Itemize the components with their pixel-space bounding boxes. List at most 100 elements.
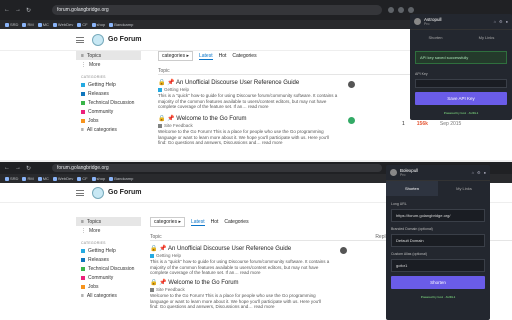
save-api-key-button[interactable]: Save API Key bbox=[415, 92, 507, 105]
tab-shorten[interactable]: Shorten bbox=[410, 30, 461, 45]
reload-icon[interactable]: ↻ bbox=[26, 165, 31, 172]
shorten-button[interactable]: Shorten bbox=[391, 276, 485, 289]
sidebar-item-getting-help[interactable]: Getting Help bbox=[76, 80, 141, 89]
gopher-logo[interactable] bbox=[92, 186, 104, 199]
tab-my-links[interactable]: My Links bbox=[461, 30, 512, 45]
long-url-field[interactable]: https://forum.golangbridge.org/ bbox=[391, 209, 485, 222]
bookmark[interactable]: CF bbox=[77, 176, 88, 181]
sidebar-item-more[interactable]: ⋮ More bbox=[76, 226, 141, 235]
bookmark[interactable]: MC bbox=[37, 176, 49, 181]
gear-icon[interactable]: ⚙ bbox=[499, 19, 503, 24]
categories-dropdown[interactable]: categories ▸ bbox=[158, 51, 193, 61]
sidebar-item-topics[interactable]: ≡ Topics bbox=[76, 51, 141, 60]
bookmark-icon bbox=[37, 176, 42, 181]
extension-popup: Astropull Pro ⌂ ⚙ ● Shorten My Links API… bbox=[410, 14, 512, 120]
sidebar-item-releases[interactable]: Releases bbox=[76, 255, 141, 264]
bookmark[interactable]: MC bbox=[37, 22, 49, 27]
site-title[interactable]: Go Forum bbox=[108, 189, 141, 196]
alias-field[interactable]: gofor1 bbox=[391, 259, 485, 272]
bookmark[interactable]: shop bbox=[91, 22, 105, 27]
tab-hot[interactable]: Hot bbox=[211, 219, 219, 225]
back-icon[interactable]: ← bbox=[4, 165, 10, 172]
extension-icon[interactable] bbox=[398, 7, 404, 13]
forward-icon[interactable]: → bbox=[15, 7, 21, 14]
user-icon[interactable]: ● bbox=[484, 170, 486, 175]
sidebar-item-all-categories[interactable]: ≡ All categories bbox=[76, 125, 141, 134]
alias-label: Custom Alias (optional) bbox=[391, 252, 427, 256]
address-bar[interactable]: forum.golangbridge.org bbox=[52, 164, 382, 172]
sidebar-item-topics[interactable]: ≡ Topics bbox=[76, 217, 141, 226]
more-icon: ⋮ bbox=[81, 61, 86, 68]
avatar[interactable] bbox=[348, 81, 355, 88]
screenshot-top: ← → ↻ forum.golangbridge.org SRD RM MC W… bbox=[0, 0, 512, 160]
menu-icon[interactable] bbox=[76, 36, 84, 43]
topic-excerpt: This is a "quick" how-to guide for using… bbox=[150, 259, 330, 275]
tab-categories[interactable]: Categories bbox=[232, 53, 256, 59]
topic-stats: 1 156k Sep 2015 bbox=[402, 121, 461, 127]
bookmark[interactable]: WebDev bbox=[52, 176, 73, 181]
bookmark[interactable]: Bandcamp bbox=[109, 176, 133, 181]
tab-hot[interactable]: Hot bbox=[219, 53, 227, 59]
categories-dropdown[interactable]: categories ▸ bbox=[150, 217, 185, 227]
tab-my-links[interactable]: My Links bbox=[438, 181, 490, 196]
tab-latest[interactable]: Latest bbox=[198, 53, 213, 60]
user-icon[interactable]: ● bbox=[506, 19, 508, 24]
bookmark-icon bbox=[5, 176, 9, 181]
sidebar-item-getting-help[interactable]: Getting Help bbox=[76, 246, 141, 255]
sidebar-item-jobs[interactable]: Jobs bbox=[76, 282, 141, 291]
sidebar-item-technical-discussion[interactable]: Technical Discussion bbox=[76, 264, 141, 273]
domain-label: Branded Domain (optional) bbox=[391, 227, 433, 231]
category-color-icon bbox=[158, 87, 162, 92]
bookmark[interactable]: SRD bbox=[5, 22, 18, 27]
extension-icon[interactable] bbox=[388, 7, 394, 13]
bookmark-icon bbox=[91, 176, 96, 181]
home-icon[interactable]: ⌂ bbox=[494, 19, 496, 24]
sidebar-item-community[interactable]: Community bbox=[76, 107, 141, 116]
bookmark-icon bbox=[91, 22, 96, 27]
forward-icon[interactable]: → bbox=[15, 165, 21, 172]
domain-select[interactable]: Default Domain bbox=[391, 234, 485, 247]
sidebar-item-all-categories[interactable]: ≡ All categories bbox=[76, 291, 141, 300]
popup-actions: ⌂ ⚙ ● bbox=[494, 19, 508, 24]
category-color-icon bbox=[150, 253, 154, 258]
plan-badge: Pro bbox=[424, 22, 430, 26]
gopher-logo[interactable] bbox=[92, 33, 104, 46]
tab-latest[interactable]: Latest bbox=[190, 219, 205, 226]
bookmark-icon bbox=[37, 22, 42, 27]
bookmark[interactable]: RM bbox=[22, 22, 34, 27]
gear-icon[interactable]: ⚙ bbox=[477, 170, 481, 175]
menu-icon[interactable] bbox=[76, 189, 84, 196]
bookmark[interactable]: SRD bbox=[5, 176, 18, 181]
site-title[interactable]: Go Forum bbox=[108, 36, 141, 43]
category-color-icon bbox=[81, 118, 85, 123]
sidebar-item-community[interactable]: Community bbox=[76, 273, 141, 282]
sidebar-item-releases[interactable]: Releases bbox=[76, 89, 141, 98]
bookmark[interactable]: CF bbox=[77, 22, 88, 27]
avatar[interactable] bbox=[348, 117, 355, 124]
activity-date[interactable]: Sep 2015 bbox=[440, 121, 461, 127]
address-bar[interactable]: forum.golangbridge.org bbox=[52, 5, 382, 15]
categories-heading: CATEGORIES bbox=[81, 74, 106, 79]
tab-shorten[interactable]: Shorten bbox=[386, 181, 438, 196]
home-icon[interactable]: ⌂ bbox=[472, 170, 474, 175]
sidebar-item-jobs[interactable]: Jobs bbox=[76, 116, 141, 125]
tab-categories[interactable]: Categories bbox=[224, 219, 248, 225]
avatar[interactable] bbox=[340, 247, 347, 254]
bookmark[interactable]: shop bbox=[91, 176, 105, 181]
extension-popup: Bolexpull Pro ⌂ ⚙ ● Shorten My Links Lon… bbox=[386, 165, 490, 320]
api-key-field[interactable] bbox=[415, 79, 507, 88]
sidebar-item-more[interactable]: ⋮ More bbox=[76, 60, 141, 69]
bookmark[interactable]: RM bbox=[22, 176, 34, 181]
sidebar-item-technical-discussion[interactable]: Technical Discussion bbox=[76, 98, 141, 107]
bookmark[interactable]: Bandcamp bbox=[109, 22, 133, 27]
category-color-icon bbox=[81, 82, 85, 87]
back-icon[interactable]: ← bbox=[4, 7, 10, 14]
api-key-label: API Key bbox=[415, 72, 428, 76]
topic-excerpt: Welcome to the Go Forum! This is a place… bbox=[158, 129, 329, 145]
extension-icon[interactable] bbox=[408, 7, 414, 13]
bookmark[interactable]: WebDev bbox=[52, 22, 73, 27]
topic-excerpt: Welcome to the Go Forum! This is a place… bbox=[150, 293, 321, 309]
bookmark-icon bbox=[22, 22, 27, 27]
reload-icon[interactable]: ↻ bbox=[26, 7, 31, 14]
topic-column-header: Topic bbox=[150, 233, 162, 240]
